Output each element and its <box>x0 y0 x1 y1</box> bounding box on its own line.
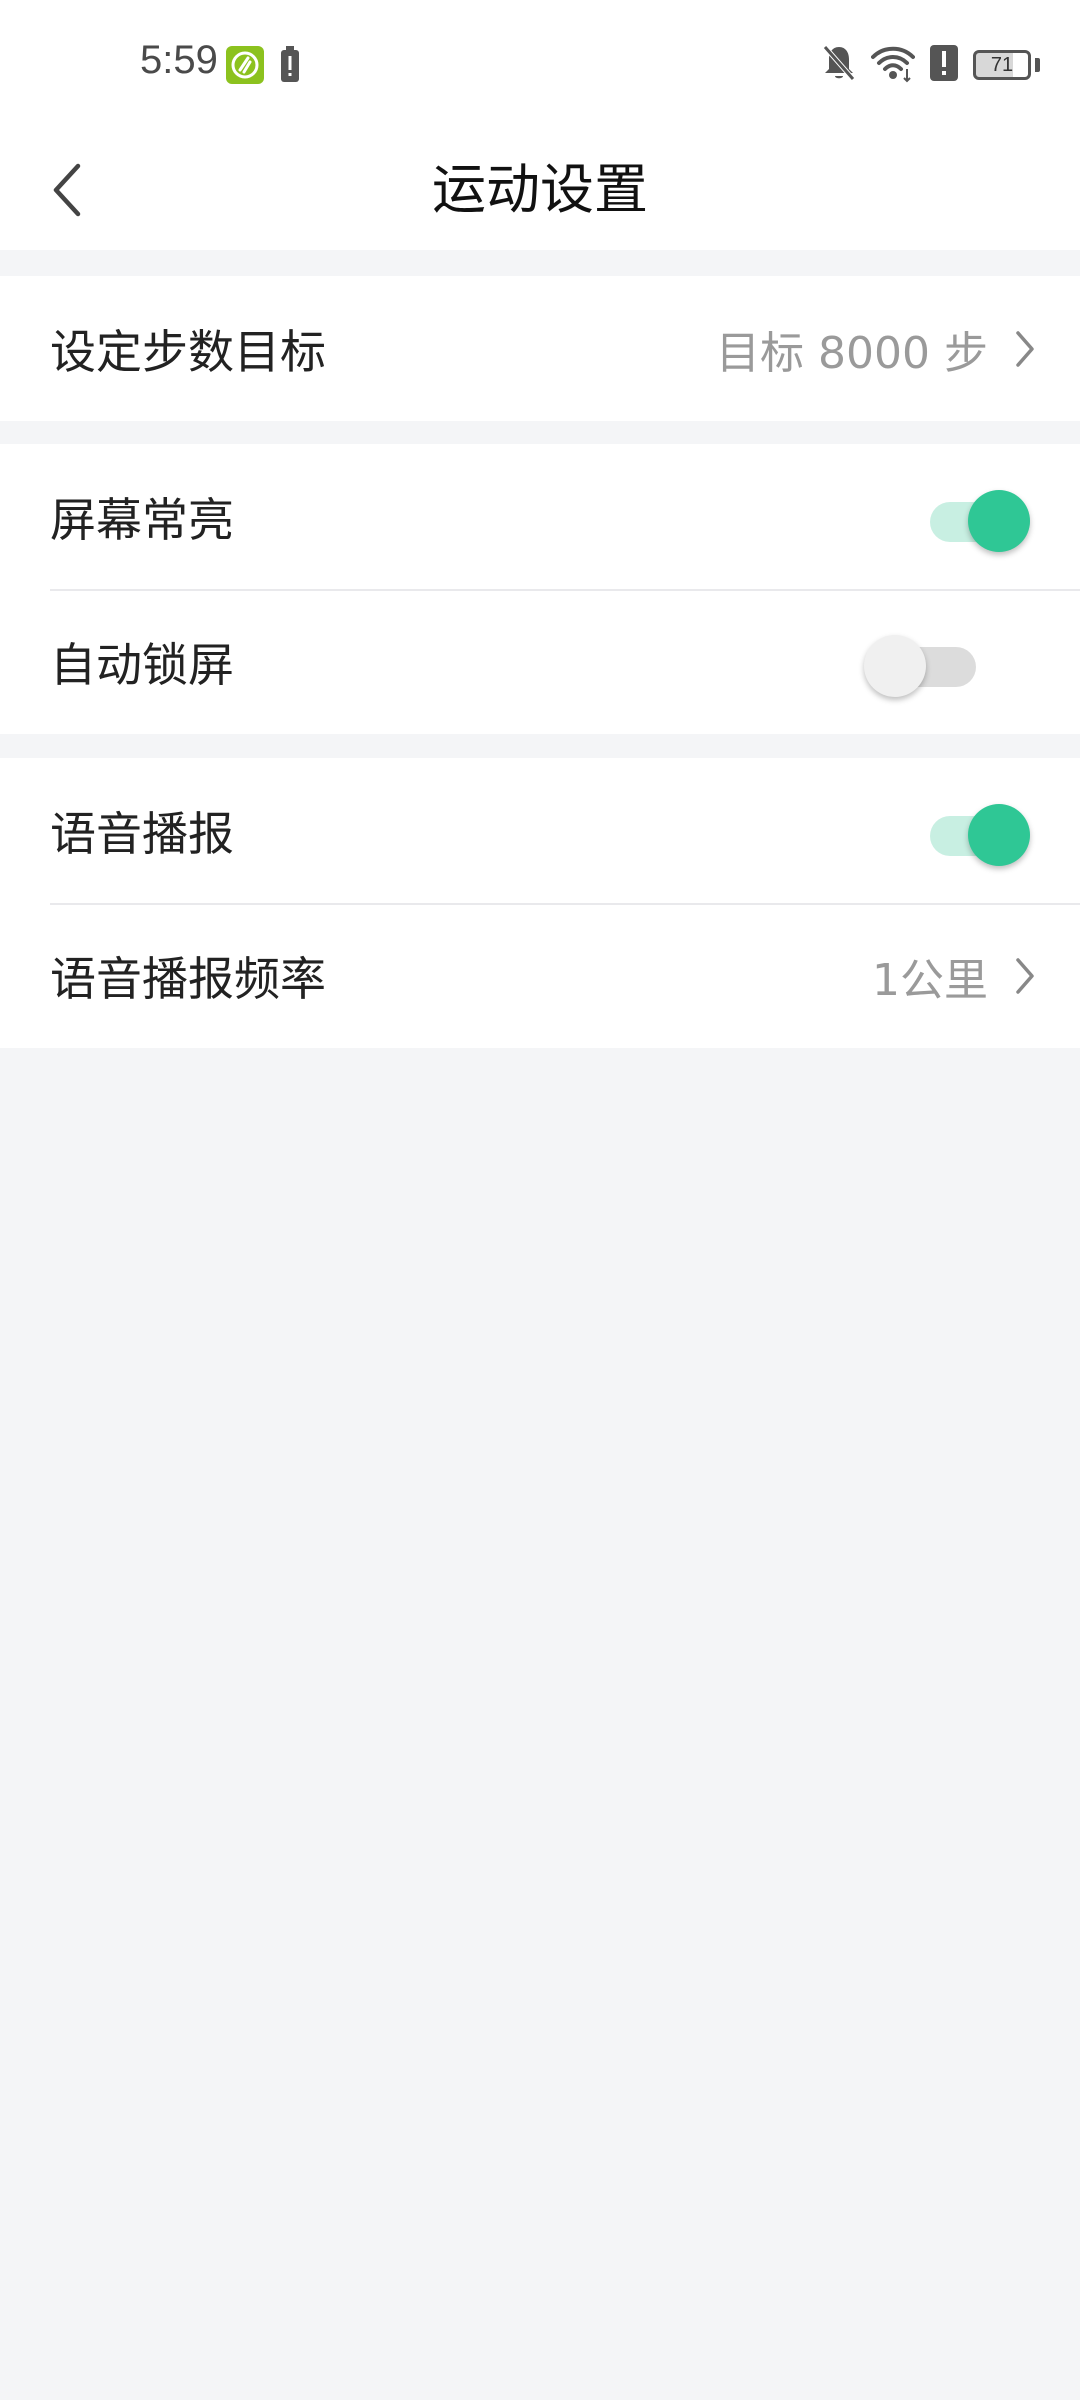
chevron-right-icon <box>1010 326 1040 372</box>
status-icons: 71 <box>821 42 1040 88</box>
step-goal-value: 目标 8000 步 <box>716 327 988 379</box>
voice-frequency-label: 语音播报频率 <box>50 951 326 1006</box>
auto-lock-toggle[interactable] <box>864 627 1000 697</box>
voice-frequency-value: 1公里 <box>872 954 988 1006</box>
battery-alert-icon <box>280 46 300 84</box>
wifi-icon <box>871 43 915 87</box>
settings-group-voice: 语音播报 语音播报频率 1公里 <box>0 758 1080 1048</box>
step-goal-label: 设定步数目标 <box>50 324 326 379</box>
settings-group-goal: 设定步数目标 目标 8000 步 <box>0 276 1080 421</box>
voice-broadcast-label: 语音播报 <box>50 806 234 861</box>
toggle-knob <box>968 803 1030 866</box>
toggle-knob <box>968 489 1030 552</box>
voice-broadcast-row: 语音播报 <box>0 758 1080 903</box>
screen-always-on-label: 屏幕常亮 <box>50 492 234 547</box>
page-title: 运动设置 <box>432 158 648 221</box>
screen-always-on-toggle[interactable] <box>920 482 1040 552</box>
auto-lock-label: 自动锁屏 <box>50 637 234 692</box>
auto-lock-row: 自动锁屏 <box>0 589 1080 734</box>
toggle-knob <box>864 634 926 697</box>
header: 运动设置 <box>0 130 1080 250</box>
settings-group-screen: 屏幕常亮 自动锁屏 <box>0 444 1080 734</box>
chevron-right-icon <box>1010 953 1040 999</box>
alert-icon <box>929 44 959 86</box>
voice-broadcast-toggle[interactable] <box>920 796 1040 866</box>
status-time: 5:59 <box>140 38 218 82</box>
app-notification-icon <box>226 46 264 84</box>
step-goal-row[interactable]: 设定步数目标 目标 8000 步 <box>0 276 1080 421</box>
battery-icon: 71 <box>973 50 1031 80</box>
notifications-off-icon <box>821 43 857 87</box>
battery-tip <box>1035 58 1040 72</box>
screen-always-on-row: 屏幕常亮 <box>0 444 1080 589</box>
voice-frequency-row[interactable]: 语音播报频率 1公里 <box>0 903 1080 1048</box>
status-bar: 5:59 71 <box>0 0 1080 130</box>
